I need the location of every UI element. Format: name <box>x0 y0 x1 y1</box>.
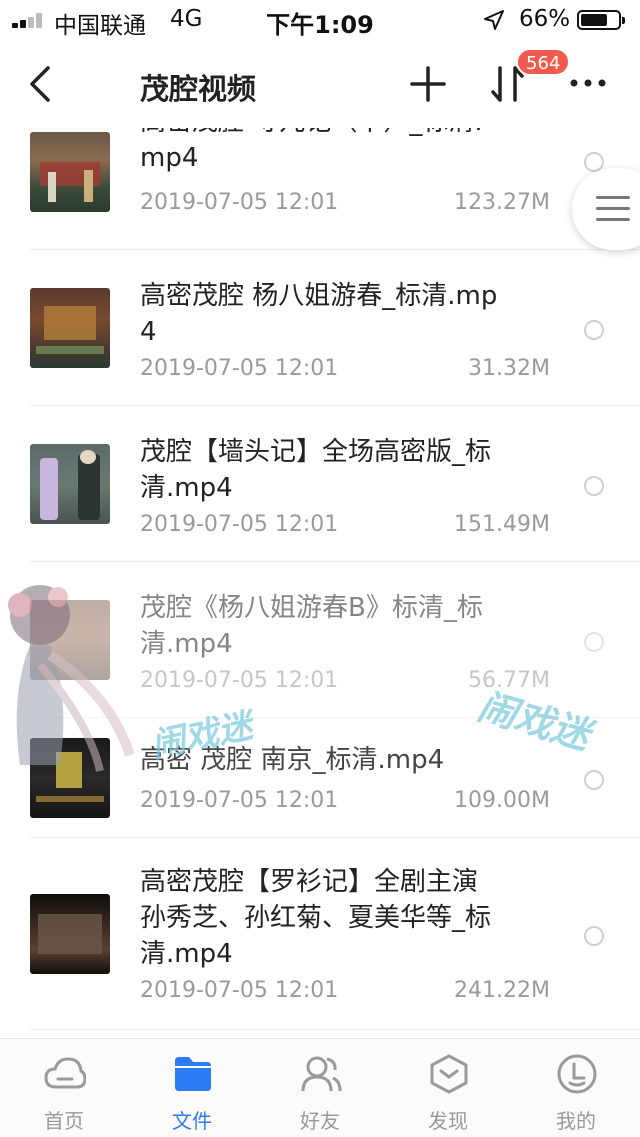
select-radio[interactable] <box>584 476 604 496</box>
video-thumbnail <box>30 738 110 818</box>
file-name: 高密茂腔-寻儿记（下）_标清.mp4 <box>140 128 483 173</box>
divider <box>30 1029 640 1030</box>
video-thumbnail <box>30 894 110 974</box>
more-icon[interactable] <box>568 68 608 98</box>
notification-badge: 564 <box>516 48 571 76</box>
battery-icon <box>577 10 625 30</box>
page-title: 茂腔视频 <box>140 72 257 106</box>
profile-icon <box>557 1054 597 1094</box>
file-date: 2019-07-05 12:01 <box>140 668 339 693</box>
file-size: 31.32M <box>468 356 550 381</box>
back-arrow-icon[interactable] <box>26 62 56 106</box>
file-size: 151.49M <box>454 512 550 537</box>
file-date: 2019-07-05 12:01 <box>140 512 339 537</box>
folder-icon <box>175 1057 211 1091</box>
file-date: 2019-07-05 12:01 <box>140 788 339 813</box>
friends-icon <box>301 1056 342 1092</box>
tab-label: 文件 <box>172 1109 212 1133</box>
select-radio[interactable] <box>584 320 604 340</box>
file-row[interactable]: 高密茂腔 杨八姐游春_标清.mp4 2019-07-05 12:01 31.32… <box>0 250 640 406</box>
video-thumbnail <box>30 288 110 368</box>
file-row[interactable]: 高密茂腔-寻儿记（下）_标清.mp4 2019-07-05 12:01 123.… <box>0 128 640 250</box>
discover-icon <box>430 1054 468 1094</box>
tab-label: 发现 <box>428 1109 468 1133</box>
add-icon[interactable] <box>408 62 448 106</box>
video-thumbnail <box>30 600 110 680</box>
file-date: 2019-07-05 12:01 <box>140 190 339 215</box>
tab-bar: 首页 文件 好友 发现 我的 <box>0 1038 640 1136</box>
tab-friends[interactable]: 好友 <box>256 1039 384 1137</box>
tab-home[interactable]: 首页 <box>0 1039 128 1137</box>
tab-label: 我的 <box>556 1109 596 1133</box>
file-list: 高密茂腔-寻儿记（下）_标清.mp4 2019-07-05 12:01 123.… <box>0 128 640 1038</box>
cloud-icon <box>44 1057 86 1089</box>
file-name: 茂腔《杨八姐游春B》标清_标清.mp4 <box>140 593 483 659</box>
select-radio[interactable] <box>584 770 604 790</box>
video-thumbnail <box>30 444 110 524</box>
tab-files[interactable]: 文件 <box>128 1039 256 1137</box>
file-name: 高密茂腔 杨八姐游春_标清.mp4 <box>140 281 498 347</box>
tab-profile[interactable]: 我的 <box>512 1039 640 1137</box>
file-size: 123.27M <box>454 190 550 215</box>
status-bar: 中国联通 4G 下午1:09 66% <box>0 0 640 40</box>
battery-percent: 66% <box>519 6 571 32</box>
file-row[interactable]: 高密茂腔【罗衫记】全剧主演孙秀芝、孙红菊、夏美华等_标清.mp4 2019-07… <box>0 838 640 1030</box>
tab-label: 好友 <box>300 1109 340 1133</box>
video-thumbnail <box>30 132 110 212</box>
file-row[interactable]: 茂腔《杨八姐游春B》标清_标清.mp4 2019-07-05 12:01 56.… <box>0 562 640 718</box>
file-size: 109.00M <box>454 788 550 813</box>
file-row[interactable]: 高密 茂腔 南京_标清.mp4 2019-07-05 12:01 109.00M <box>0 718 640 838</box>
file-name: 高密 茂腔 南京_标清.mp4 <box>140 745 445 775</box>
nav-bar: 茂腔视频 564 <box>0 40 640 128</box>
file-date: 2019-07-05 12:01 <box>140 356 339 381</box>
select-radio[interactable] <box>584 632 604 652</box>
file-name: 高密茂腔【罗衫记】全剧主演孙秀芝、孙红菊、夏美华等_标清.mp4 <box>140 867 492 969</box>
file-size: 241.22M <box>454 978 550 1003</box>
file-row[interactable]: 茂腔【墙头记】全场高密版_标清.mp4 2019-07-05 12:01 151… <box>0 406 640 562</box>
select-radio[interactable] <box>584 926 604 946</box>
file-size: 56.77M <box>468 668 550 693</box>
file-name: 茂腔【墙头记】全场高密版_标清.mp4 <box>140 437 492 503</box>
location-arrow-icon <box>484 10 504 30</box>
tab-discover[interactable]: 发现 <box>384 1039 512 1137</box>
file-date: 2019-07-05 12:01 <box>140 978 339 1003</box>
tab-label: 首页 <box>44 1109 84 1133</box>
